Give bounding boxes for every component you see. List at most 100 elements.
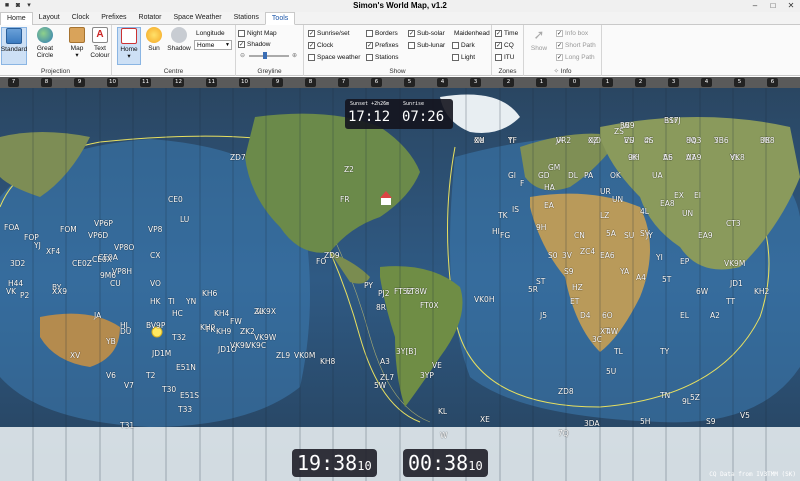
prefix-label: EA bbox=[544, 201, 554, 210]
prefix-label: UN bbox=[682, 209, 694, 218]
window-controls: – □ ✕ bbox=[746, 0, 800, 12]
prefix-label: PA bbox=[584, 171, 594, 180]
home-button[interactable]: Home ▾ bbox=[117, 27, 141, 65]
clock-checkbox[interactable]: ✓ Clock bbox=[308, 40, 333, 50]
prefix-label: 3YP bbox=[420, 371, 434, 380]
prefix-label: 6W bbox=[696, 287, 709, 296]
prefix-label: XZ bbox=[588, 136, 599, 145]
text-colour-button[interactable]: A Text Colour bbox=[89, 27, 111, 65]
greyline-slider[interactable]: ⊖ ⊕ bbox=[240, 52, 298, 60]
dark-checkbox[interactable]: Dark bbox=[452, 40, 475, 50]
map-button[interactable]: Map ▾ bbox=[66, 27, 88, 65]
time-zone-checkbox[interactable]: ✓ Time bbox=[495, 28, 518, 38]
greyline-group: Night Map ✓ Shadow ⊖ ⊕ Greyline bbox=[236, 25, 304, 76]
prefix-label: T33 bbox=[178, 405, 193, 414]
prefix-label: HA bbox=[544, 183, 555, 192]
prefix-label: BV9P bbox=[146, 321, 166, 330]
night-map-checkbox[interactable]: Night Map bbox=[238, 28, 277, 38]
prefix-label: ZD9 bbox=[324, 251, 340, 260]
timezone-offset-badge: 11 bbox=[206, 78, 217, 87]
cursor-icon: ➚ bbox=[533, 27, 545, 42]
long-path-checkbox[interactable]: ✓ Long Path bbox=[556, 52, 595, 62]
prefix-label: BS7 bbox=[664, 116, 679, 125]
prefix-label: ZK2 bbox=[240, 327, 255, 336]
sub-solar-checkbox[interactable]: ✓ Sub-solar bbox=[408, 28, 445, 38]
prefix-label: 4L bbox=[640, 207, 649, 216]
prefix-label: 5A bbox=[606, 229, 616, 238]
prefix-label: HK bbox=[150, 297, 161, 306]
tab-layout[interactable]: Layout bbox=[33, 12, 66, 25]
ribbon-tabs: Home Layout Clock Prefixes Rotator Space… bbox=[0, 12, 800, 25]
info-group: ➚ Show ✓ Info box ✓ Short Path ✓ Long Path … bbox=[524, 25, 602, 76]
prefix-label: T32 bbox=[172, 333, 187, 342]
prefix-label: 3C bbox=[592, 335, 603, 344]
prefix-label: VR2 bbox=[556, 136, 572, 145]
centre-combo[interactable]: Home ▼ bbox=[194, 40, 232, 50]
camera-icon[interactable]: ◙ bbox=[14, 2, 22, 10]
prefix-label: V5 bbox=[740, 411, 750, 420]
timezone-offset-badge: 4 bbox=[701, 78, 712, 87]
maidenhead-label: Maidenhead bbox=[454, 29, 490, 37]
prefixes-checkbox[interactable]: ✓ Prefixes bbox=[366, 40, 398, 50]
window-title: Simon's World Map, v1.2 bbox=[353, 1, 447, 10]
prefix-label: XF4 bbox=[46, 247, 61, 256]
prefix-label: FT0X bbox=[420, 301, 439, 310]
dropdown-icon[interactable]: ▾ bbox=[25, 2, 33, 10]
prefix-label: XU bbox=[474, 136, 485, 145]
prefix-label: CE0 bbox=[168, 195, 183, 204]
tab-rotator[interactable]: Rotator bbox=[133, 12, 168, 25]
show-info-button[interactable]: ➚ Show bbox=[528, 27, 550, 65]
sub-lunar-checkbox[interactable]: Sub-lunar bbox=[408, 40, 445, 50]
stations-checkbox[interactable]: Stations bbox=[366, 52, 399, 62]
tab-clock[interactable]: Clock bbox=[66, 12, 96, 25]
info-box-checkbox[interactable]: ✓ Info box bbox=[556, 28, 588, 38]
prefix-label: LZ bbox=[600, 211, 610, 220]
borders-checkbox[interactable]: Borders bbox=[366, 28, 398, 38]
standard-button[interactable]: Standard bbox=[1, 27, 27, 65]
prefix-label: CX bbox=[150, 251, 161, 260]
itu-zone-checkbox[interactable]: ITU bbox=[495, 52, 514, 62]
prefix-label: A6 bbox=[663, 153, 673, 162]
close-icon[interactable]: ✕ bbox=[782, 0, 800, 12]
home-icon bbox=[121, 28, 137, 44]
tab-space-weather[interactable]: Space Weather bbox=[168, 12, 228, 25]
projection-group-label: Projection bbox=[41, 68, 70, 75]
prefix-label: YJ bbox=[34, 241, 41, 250]
prefix-label: VP6D bbox=[88, 231, 109, 240]
prefix-label: 4S bbox=[644, 136, 654, 145]
tab-tools[interactable]: Tools bbox=[264, 12, 296, 25]
tab-stations[interactable]: Stations bbox=[228, 12, 265, 25]
prefix-label: 6O bbox=[602, 311, 613, 320]
shadow-button[interactable]: Shadow bbox=[166, 27, 192, 65]
prefix-label: LU bbox=[180, 215, 190, 224]
prefix-label: CN bbox=[574, 231, 585, 240]
prefix-label: VK0H bbox=[474, 295, 495, 304]
prefix-label: PY bbox=[364, 281, 373, 290]
timezone-offset-badge: 1 bbox=[602, 78, 613, 87]
minimize-icon[interactable]: – bbox=[746, 0, 764, 12]
sunrise-sunset-panel: Sunset +2h26m Sunrise 17:12 07:26 bbox=[345, 99, 453, 129]
short-path-checkbox[interactable]: ✓ Short Path bbox=[556, 40, 596, 50]
prefix-label: EX bbox=[674, 191, 684, 200]
prefix-label: T30 bbox=[162, 385, 177, 394]
world-map[interactable]: 789101112111098765432101234567 R1FJOXJXO… bbox=[0, 77, 800, 481]
sun-button[interactable]: Sun bbox=[143, 27, 165, 65]
prefix-label: T31 bbox=[120, 421, 135, 430]
tab-home[interactable]: Home bbox=[0, 12, 33, 25]
sunset-time: 17:12 bbox=[348, 109, 391, 125]
shadow-checkbox[interactable]: ✓ Shadow bbox=[238, 39, 271, 49]
sunrise-set-checkbox[interactable]: ✓ Sunrise/set bbox=[308, 28, 350, 38]
utc-clock: 19:3810 bbox=[292, 449, 377, 477]
centre-group-label: Centre bbox=[163, 68, 184, 75]
tab-prefixes[interactable]: Prefixes bbox=[95, 12, 132, 25]
maximize-icon[interactable]: □ bbox=[764, 0, 782, 12]
prefix-label: 5W bbox=[374, 381, 387, 390]
space-weather-checkbox[interactable]: Space weather bbox=[308, 52, 360, 62]
prefix-label: EL bbox=[680, 311, 689, 320]
prefix-label: V6 bbox=[106, 371, 116, 380]
light-checkbox[interactable]: Light bbox=[452, 52, 475, 62]
cq-zone-checkbox[interactable]: ✓ CQ bbox=[495, 40, 514, 50]
chevron-down-icon: ▼ bbox=[225, 42, 230, 48]
sunrise-time: 07:26 bbox=[402, 109, 445, 125]
great-circle-button[interactable]: Great Circle bbox=[28, 27, 62, 65]
